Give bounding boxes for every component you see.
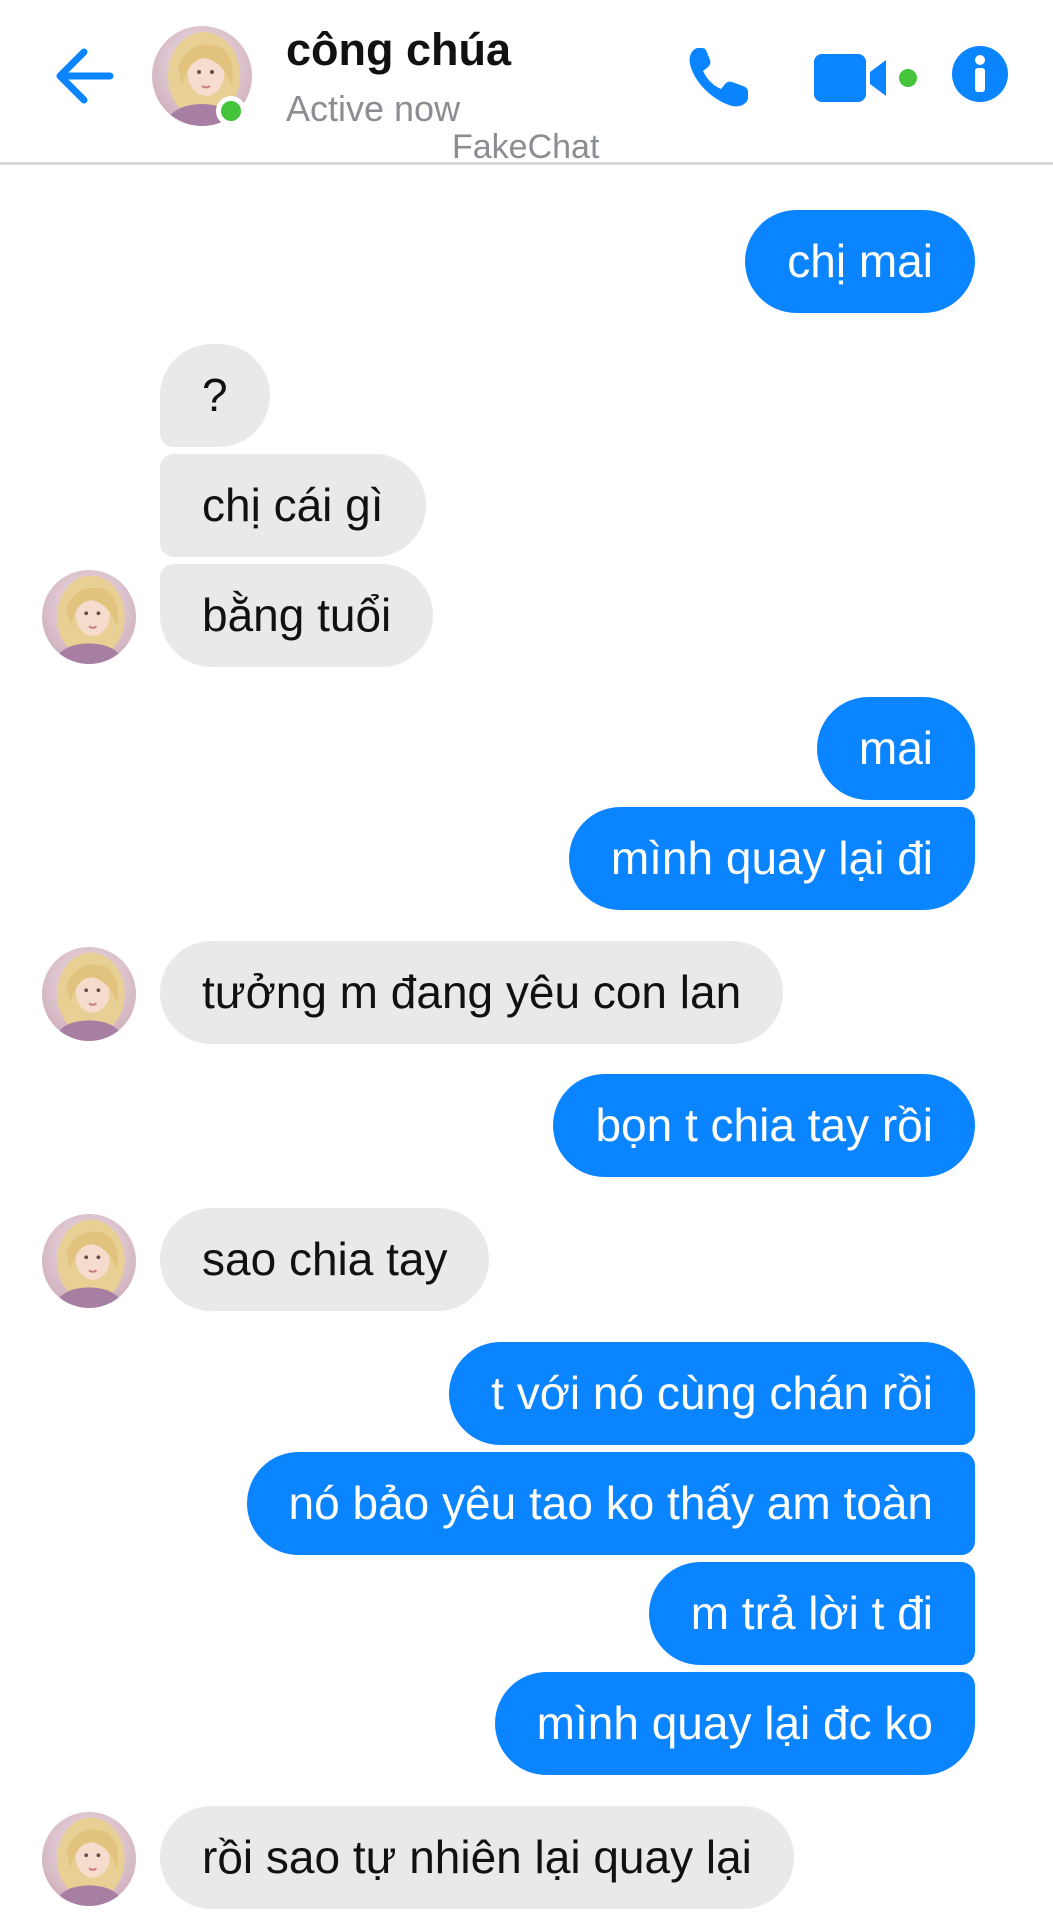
message-bubble-outgoing[interactable]: m trả lời t đi xyxy=(648,1562,975,1665)
message-bubble-outgoing[interactable]: chị mai xyxy=(745,210,975,313)
message-bubble-incoming[interactable]: sao chia tay xyxy=(160,1208,490,1311)
message-bubble-incoming[interactable]: tưởng m đang yêu con lan xyxy=(160,941,784,1044)
sender-avatar[interactable] xyxy=(42,1214,136,1308)
chat-header: công chúa Active now FakeChat xyxy=(0,0,1053,166)
sender-avatar[interactable] xyxy=(42,947,136,1041)
message-bubble-outgoing[interactable]: bọn t chia tay rồi xyxy=(553,1074,975,1177)
info-icon[interactable] xyxy=(950,44,1010,104)
sender-avatar[interactable] xyxy=(42,570,136,664)
message-bubble-outgoing[interactable]: t với nó cùng chán rồi xyxy=(449,1342,975,1445)
message-bubble-outgoing[interactable]: mai xyxy=(816,697,975,800)
phone-icon[interactable] xyxy=(682,42,762,114)
message-bubble-incoming[interactable]: chị cái gì xyxy=(160,454,426,557)
contact-name[interactable]: công chúa xyxy=(286,24,511,76)
message-bubble-outgoing[interactable]: mình quay lại đi xyxy=(568,807,975,910)
back-arrow-icon[interactable] xyxy=(52,44,122,108)
watermark: FakeChat xyxy=(452,128,600,166)
message-bubble-incoming[interactable]: bằng tuổi xyxy=(160,564,434,667)
contact-status: Active now xyxy=(286,88,461,129)
online-status-dot xyxy=(216,96,246,126)
video-camera-icon[interactable] xyxy=(812,50,922,106)
message-bubble-incoming[interactable]: ? xyxy=(160,344,270,447)
message-bubble-incoming[interactable]: rồi sao tự nhiên lại quay lại xyxy=(160,1806,794,1909)
sender-avatar[interactable] xyxy=(42,1812,136,1906)
message-bubble-outgoing[interactable]: mình quay lại đc ko xyxy=(494,1672,975,1775)
message-bubble-outgoing[interactable]: nó bảo yêu tao ko thấy am toàn xyxy=(246,1452,975,1555)
